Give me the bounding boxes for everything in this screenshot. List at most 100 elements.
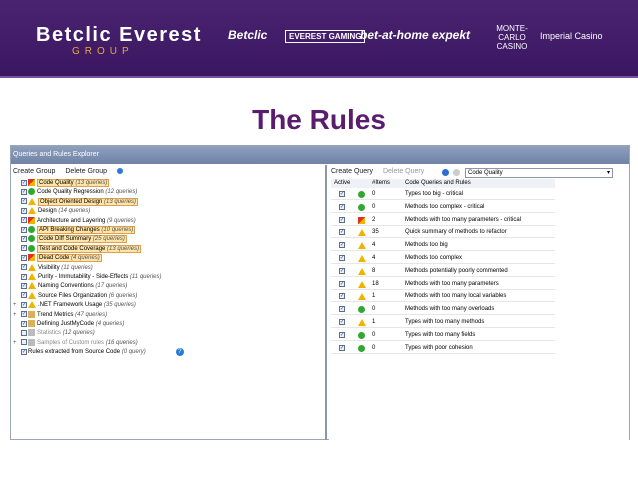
- tree-item-checkbox[interactable]: ✓: [21, 217, 27, 224]
- query-row[interactable]: ✓ 0 Types with poor cohesion: [331, 343, 555, 354]
- query-row[interactable]: ✓ 1 Methods with too many local variables: [331, 291, 555, 303]
- tree-item[interactable]: + Samples of Custom rules (16 queries): [13, 338, 138, 348]
- query-row[interactable]: ✓ 1 Types with too many methods: [331, 317, 555, 328]
- warning-icon: [358, 319, 366, 326]
- tree-item[interactable]: ✓ Code Diff Summary (25 queries): [13, 235, 127, 244]
- query-active-checkbox[interactable]: ✓: [339, 255, 345, 261]
- tree-item[interactable]: ✓ Architecture and Layering (9 queries): [13, 216, 136, 226]
- tree-item-label: Test and Code Coverage (13 queries): [37, 244, 142, 253]
- tree-item-checkbox[interactable]: ✓: [21, 348, 27, 355]
- tree-item[interactable]: + ✓ Trend Metrics (47 queries): [13, 310, 107, 320]
- forward-icon[interactable]: [453, 169, 460, 176]
- chevron-down-icon: ▾: [606, 170, 610, 176]
- delete-query-button[interactable]: Delete Query: [383, 168, 424, 175]
- query-active-checkbox[interactable]: ✓: [339, 293, 345, 300]
- tree-item-count: (12 queries): [105, 189, 138, 196]
- query-name: Types with too many methods: [405, 319, 485, 325]
- tree-item-count: (16 queries): [105, 339, 138, 346]
- query-active-checkbox[interactable]: ✓: [339, 280, 345, 287]
- ok-icon: [28, 244, 35, 252]
- tree-item[interactable]: ✓ Rules extracted from Source Code (0 que…: [13, 348, 184, 357]
- col-items[interactable]: #Items: [372, 179, 390, 188]
- warning-icon: [358, 229, 366, 237]
- blank-icon: [28, 329, 35, 337]
- query-name: Methods with too many parameters - criti…: [405, 216, 522, 223]
- query-active-checkbox[interactable]: ✓: [339, 344, 345, 351]
- tree-item-checkbox[interactable]: [21, 329, 27, 336]
- queries-rules-explorer-window: Queries and Rules Explorer Create Group …: [10, 145, 630, 440]
- tree-item-checkbox[interactable]: ✓: [21, 311, 27, 318]
- tree-item-checkbox[interactable]: ✓: [21, 282, 27, 289]
- tree-item-checkbox[interactable]: [21, 339, 27, 346]
- query-row[interactable]: ✓ 4 Methods too big: [331, 240, 555, 252]
- col-active[interactable]: Active: [334, 179, 350, 188]
- query-active-checkbox[interactable]: ✓: [339, 216, 345, 223]
- tree-item[interactable]: ✓ Design (14 queries): [13, 207, 90, 216]
- tree-item[interactable]: + ✓ .NET Framework Usage (35 queries): [13, 301, 136, 310]
- group-select-value: Code Quality: [468, 170, 503, 176]
- tree-item-checkbox[interactable]: ✓: [21, 273, 27, 280]
- tree-expander[interactable]: +: [13, 301, 21, 310]
- create-query-button[interactable]: Create Query: [331, 168, 373, 175]
- query-active-checkbox[interactable]: ✓: [339, 319, 345, 325]
- create-group-button[interactable]: Create Group: [13, 168, 55, 175]
- tree-item-label: Dead Code (4 queries): [37, 254, 102, 263]
- query-active-checkbox[interactable]: ✓: [339, 191, 345, 197]
- query-row[interactable]: ✓ 0 Methods too complex - critical: [331, 202, 555, 213]
- query-active-checkbox[interactable]: ✓: [339, 229, 345, 236]
- query-active-checkbox[interactable]: ✓: [339, 306, 345, 313]
- tree-item-checkbox[interactable]: ✓: [21, 264, 27, 271]
- query-active-checkbox[interactable]: ✓: [339, 267, 345, 274]
- back-icon[interactable]: [442, 169, 449, 176]
- query-row[interactable]: ✓ 0 Methods with too many overloads: [331, 304, 555, 316]
- tree-item[interactable]: ✓ Object Oriented Design (13 queries): [13, 197, 139, 207]
- tree-item[interactable]: ✓ Naming Conventions (17 queries): [13, 282, 127, 291]
- tree-item-checkbox[interactable]: ✓: [21, 198, 27, 205]
- query-row[interactable]: ✓ 18 Methods with too many parameters: [331, 279, 555, 290]
- query-active-checkbox[interactable]: ✓: [339, 242, 345, 249]
- tree-item-checkbox[interactable]: ✓: [21, 320, 27, 327]
- tree-item-checkbox[interactable]: ✓: [21, 301, 27, 308]
- tree-item[interactable]: Statistics (12 queries): [13, 329, 95, 338]
- query-item-count: 0: [372, 191, 376, 197]
- tree-item[interactable]: ✓ Purity - Immutability - Side-Effects (1…: [13, 273, 162, 282]
- tree-expander[interactable]: +: [13, 339, 21, 348]
- warning-icon: [28, 197, 36, 205]
- tree-item-checkbox[interactable]: ✓: [21, 188, 27, 195]
- delete-group-button[interactable]: Delete Group: [65, 168, 107, 175]
- tree-item[interactable]: ✓ Defining JustMyCode (4 queries): [13, 320, 124, 329]
- tree-item-checkbox[interactable]: ✓: [21, 254, 27, 261]
- query-row[interactable]: ✓ 0 Types with too many fields: [331, 330, 555, 341]
- tree-item-checkbox[interactable]: ✓: [21, 226, 27, 233]
- query-row[interactable]: ✓ 2 Methods with too many parameters - cri…: [331, 215, 555, 226]
- tree-item[interactable]: ✓ Source Files Organization (6 queries): [13, 291, 137, 301]
- query-active-checkbox[interactable]: ✓: [339, 331, 345, 338]
- tree-item[interactable]: ✓ API Breaking Changes (10 queries): [13, 226, 136, 235]
- query-row[interactable]: ✓ 8 Methods potentially poorly commented: [331, 266, 555, 277]
- left-toolbar: Create Group Delete Group: [11, 165, 325, 179]
- critical-icon: [358, 216, 365, 224]
- tree-item[interactable]: ✓ Code Quality Regression (12 queries): [13, 188, 137, 197]
- tree-item-checkbox[interactable]: ✓: [21, 179, 27, 186]
- help-icon[interactable]: ?: [175, 348, 184, 357]
- query-row[interactable]: ✓ 4 Methods too complex: [331, 253, 555, 264]
- tree-item-label: Naming Conventions (17 queries): [38, 283, 128, 290]
- col-name[interactable]: Code Queries and Rules: [405, 179, 471, 188]
- tree-item-checkbox[interactable]: ✓: [21, 207, 27, 214]
- tree-item[interactable]: ✓ Dead Code (4 queries): [13, 254, 102, 263]
- info-icon[interactable]: [116, 168, 123, 175]
- tree-item-checkbox[interactable]: ✓: [21, 245, 27, 252]
- query-row[interactable]: ✓ 35 Quick summary of methods to refactor: [331, 227, 555, 239]
- warning-icon: [28, 301, 36, 309]
- tree-item[interactable]: ✓ Test and Code Coverage (13 queries): [13, 244, 142, 254]
- tree-item-checkbox[interactable]: ✓: [21, 292, 27, 299]
- tree-expander[interactable]: +: [13, 311, 21, 320]
- queries-table-header: Active #Items Code Queries and Rules: [331, 179, 555, 188]
- tree-item[interactable]: ✓ Code Quality (13 queries): [13, 179, 110, 188]
- tree-item-checkbox[interactable]: ✓: [21, 235, 27, 242]
- tree-item[interactable]: ✓ Visibility (11 queries): [13, 263, 93, 273]
- query-name: Types with too many fields: [405, 331, 476, 338]
- query-active-checkbox[interactable]: ✓: [339, 203, 345, 210]
- group-select[interactable]: Code Quality ▾: [465, 168, 613, 178]
- query-row[interactable]: ✓ 0 Types too big - critical: [331, 189, 555, 200]
